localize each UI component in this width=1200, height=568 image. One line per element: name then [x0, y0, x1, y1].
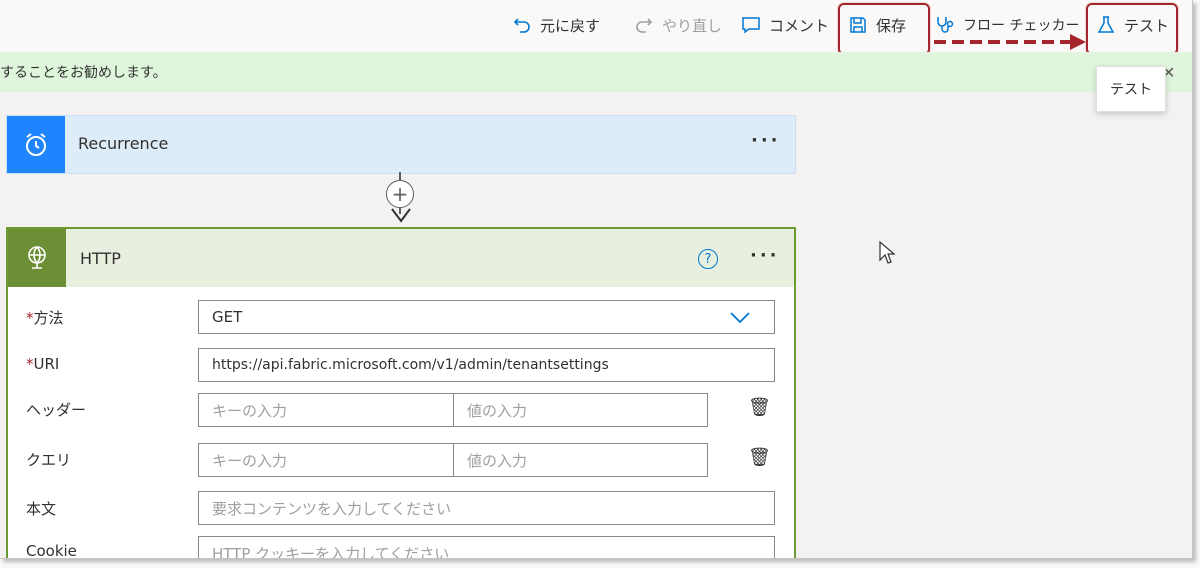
http-menu-button[interactable]: ···: [750, 245, 780, 266]
headers-label: ヘッダー: [26, 401, 87, 419]
headers-value-input[interactable]: 値の入力: [453, 393, 708, 427]
method-label: *方法: [26, 309, 64, 327]
cookie-input[interactable]: HTTP クッキーを入力してください: [198, 536, 775, 558]
comment-button[interactable]: コメント: [741, 9, 829, 41]
undo-button[interactable]: 元に戻す: [512, 9, 600, 41]
chevron-down-icon: [730, 312, 750, 324]
app-frame: 元に戻す やり直し コメント 保存 フロー チェッカー テスト することをお勧め…: [0, 0, 1193, 559]
body-input[interactable]: 要求コンテンツを入力してください: [198, 491, 775, 525]
method-select[interactable]: GET: [198, 300, 775, 334]
comment-label: コメント: [769, 16, 830, 35]
recurrence-menu-button[interactable]: ···: [751, 130, 781, 151]
test-highlight: [1086, 3, 1178, 55]
trash-icon[interactable]: 🗑: [748, 397, 771, 418]
info-banner: することをお勧めします。: [0, 52, 1192, 92]
undo-icon: [513, 18, 530, 33]
recurrence-card[interactable]: Recurrence ···: [6, 115, 796, 174]
query-key-input[interactable]: キーの入力: [198, 443, 454, 477]
redo-icon: [636, 18, 653, 33]
http-card-header[interactable]: HTTP ? ···: [8, 229, 794, 287]
command-bar: 元に戻す やり直し コメント 保存 フロー チェッカー テスト: [0, 0, 1192, 55]
tooltip: テスト: [1096, 66, 1166, 112]
headers-key-input[interactable]: キーの入力: [198, 393, 454, 427]
save-highlight: [838, 3, 930, 55]
redo-label: やり直し: [662, 16, 723, 35]
cursor-icon: [879, 240, 896, 264]
undo-label: 元に戻す: [540, 16, 601, 35]
query-label: クエリ: [26, 451, 72, 469]
recurrence-title: Recurrence: [78, 134, 169, 153]
tooltip-text: テスト: [1110, 82, 1152, 98]
trash-icon[interactable]: 🗑: [748, 447, 771, 468]
help-icon[interactable]: ?: [698, 249, 718, 269]
cookie-label: Cookie: [26, 542, 77, 559]
banner-text: することをお勧めします。: [0, 65, 167, 81]
plus-icon[interactable]: +: [386, 180, 414, 208]
http-title: HTTP: [80, 249, 121, 268]
uri-label: *URI: [26, 355, 60, 373]
comment-icon: [742, 17, 760, 34]
query-value-input[interactable]: 値の入力: [453, 443, 708, 477]
redo-button[interactable]: やり直し: [634, 9, 722, 41]
globe-icon: [8, 229, 66, 287]
alarm-clock-icon: [7, 116, 65, 173]
http-action-card: HTTP ? ··· *方法 GET *URI https://api.fabr…: [6, 227, 796, 559]
arrow-down-icon: [391, 208, 411, 223]
body-label: 本文: [26, 500, 57, 518]
uri-input[interactable]: https://api.fabric.microsoft.com/v1/admi…: [198, 348, 775, 382]
dashed-arrow-annotation: [934, 34, 1086, 50]
